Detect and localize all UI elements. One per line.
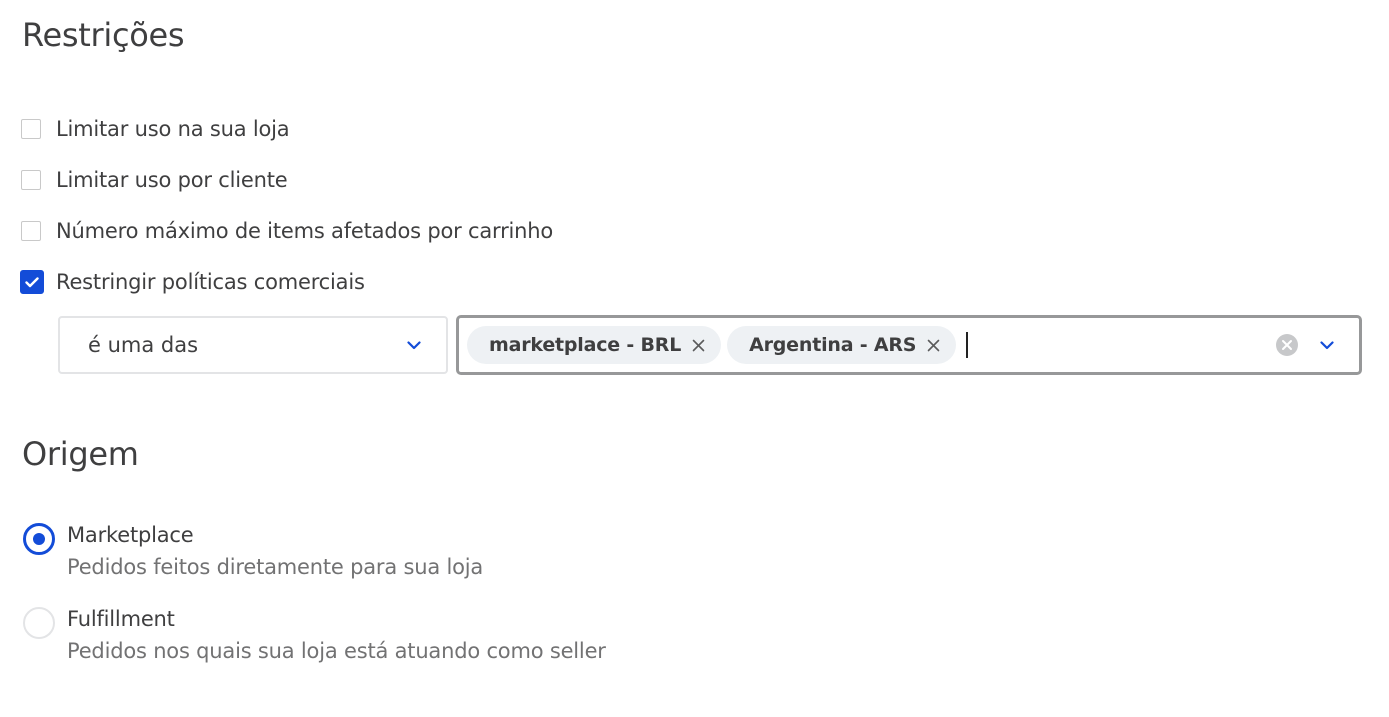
radio-description: Pedidos nos quais sua loja está atuando … [67, 639, 606, 663]
radio-dot [33, 533, 45, 545]
chevron-down-icon[interactable] [1319, 337, 1335, 353]
checkbox-limit-customer-usage[interactable]: Limitar uso por cliente [21, 167, 288, 193]
radio-text: Fulfillment Pedidos nos quais sua loja e… [67, 604, 606, 668]
origem-title: Origem [22, 435, 139, 473]
checkmark-icon [25, 276, 39, 287]
operator-select-value: é uma das [88, 333, 199, 357]
checkbox-box[interactable] [21, 119, 41, 139]
tag-marketplace-brl: marketplace - BRL [467, 326, 722, 364]
checkbox-box[interactable] [21, 221, 41, 241]
radio-button-selected[interactable] [23, 523, 55, 555]
radio-label: Marketplace [67, 523, 194, 547]
close-icon[interactable] [926, 338, 940, 352]
checkbox-limit-store-usage[interactable]: Limitar uso na sua loja [21, 116, 290, 142]
radio-description: Pedidos feitos diretamente para sua loja [67, 555, 484, 579]
clear-icon[interactable] [1275, 333, 1299, 357]
close-icon[interactable] [691, 338, 705, 352]
radio-text: Marketplace Pedidos feitos diretamente p… [67, 520, 483, 584]
chevron-down-icon [406, 337, 422, 353]
tag-label: Argentina - ARS [749, 334, 917, 356]
checkbox-label: Limitar uso por cliente [56, 168, 288, 192]
checkbox-label: Restringir políticas comerciais [56, 270, 365, 294]
trade-policies-multiselect[interactable]: marketplace - BRL Argentina - ARS [456, 315, 1362, 375]
radio-button[interactable] [23, 607, 55, 639]
radio-marketplace[interactable]: Marketplace Pedidos feitos diretamente p… [23, 520, 483, 584]
tag-label: marketplace - BRL [489, 334, 682, 356]
checkbox-label: Número máximo de items afetados por carr… [56, 219, 554, 243]
radio-label: Fulfillment [67, 607, 175, 631]
selected-tags: marketplace - BRL Argentina - ARS [467, 318, 1275, 372]
restricoes-title: Restrições [22, 16, 185, 54]
text-cursor[interactable] [966, 332, 969, 358]
checkbox-max-items-per-cart[interactable]: Número máximo de items afetados por carr… [21, 218, 553, 244]
radio-fulfillment[interactable]: Fulfillment Pedidos nos quais sua loja e… [23, 604, 606, 668]
checkbox-box-checked[interactable] [20, 270, 44, 294]
checkbox-restrict-trade-policies[interactable]: Restringir políticas comerciais [20, 269, 365, 295]
checkbox-box[interactable] [21, 170, 41, 190]
operator-select[interactable]: é uma das [58, 316, 448, 374]
tag-argentina-ars: Argentina - ARS [727, 326, 957, 364]
checkbox-label: Limitar uso na sua loja [56, 117, 290, 141]
